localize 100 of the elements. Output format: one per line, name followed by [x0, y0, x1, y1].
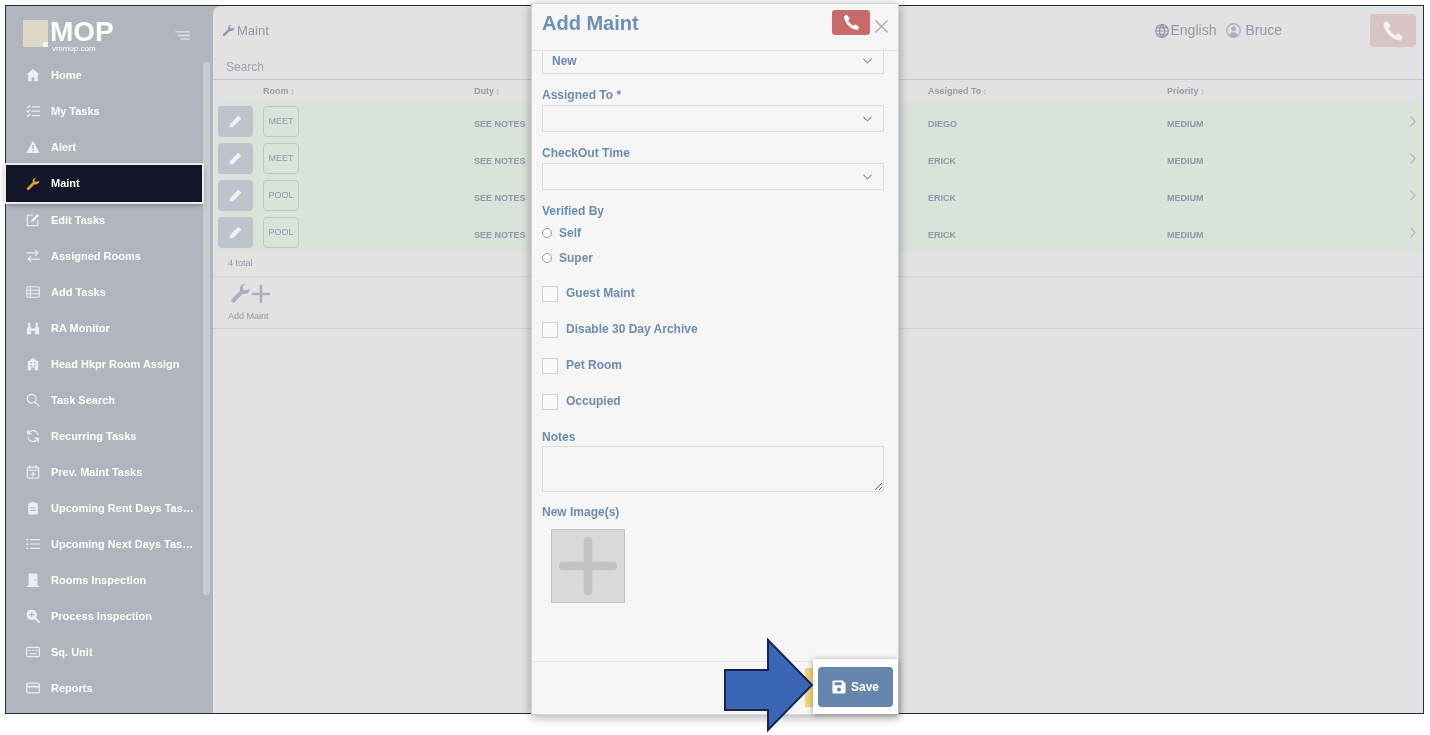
sidebar-item[interactable]: My Tasks: [6, 93, 202, 129]
sidebar-item[interactable]: Home: [6, 57, 202, 93]
table-icon: [26, 285, 40, 299]
edit-icon: [26, 213, 40, 227]
field-label: Verified By: [542, 203, 606, 219]
column-header[interactable]: Duty: [474, 84, 494, 99]
zoom-in-icon: [26, 609, 40, 623]
list-icon: [26, 537, 40, 551]
checkbox[interactable]: [542, 394, 558, 410]
select-field[interactable]: [542, 105, 884, 132]
logo-icon: [23, 20, 48, 47]
table-cell: SEE NOTES: [474, 155, 526, 166]
table-cell: MEDIUM: [1167, 118, 1204, 129]
sidebar-item[interactable]: Process Inspection: [6, 598, 202, 634]
save-button[interactable]: Save: [818, 667, 893, 707]
sidebar-item[interactable]: Upcoming Next Days Tas…: [6, 526, 202, 562]
sidebar-item[interactable]: Sq. Unit: [6, 634, 202, 670]
sidebar-item[interactable]: Upcoming Rent Days Tas…: [6, 490, 202, 526]
field-label: Notes: [542, 429, 577, 445]
column-header[interactable]: Assigned To: [928, 84, 982, 99]
field-label: New Image(s): [542, 504, 620, 520]
calendar-icon: [26, 465, 40, 479]
logo-subtitle: vmmop.com: [52, 44, 97, 53]
radio-button[interactable]: [542, 252, 552, 263]
checkbox[interactable]: [542, 322, 558, 338]
checkbox[interactable]: [542, 358, 558, 374]
select-field[interactable]: New: [542, 51, 884, 74]
edit-button[interactable]: [218, 143, 253, 174]
binoculars-icon: [26, 321, 40, 335]
phone-button[interactable]: [832, 10, 870, 35]
sidebar-item[interactable]: Reports: [6, 670, 202, 706]
checkbox-label: Pet Room: [566, 356, 622, 373]
table-cell: MEDIUM: [1167, 192, 1204, 203]
radio-label: Self: [559, 224, 581, 241]
pencil-icon: [229, 226, 242, 239]
sidebar-item[interactable]: Alert: [6, 129, 202, 165]
language-selector[interactable]: English: [1170, 20, 1217, 41]
sidebar-item[interactable]: Assigned Rooms: [6, 238, 202, 274]
checkbox-label: Occupied: [566, 392, 621, 409]
dialog-title: Add Maint: [542, 11, 639, 35]
edit-button[interactable]: [218, 180, 253, 211]
card-icon: [26, 681, 40, 695]
notes-field[interactable]: [542, 446, 884, 492]
clipboard-icon: [26, 501, 40, 515]
chevron-right-icon[interactable]: [1410, 116, 1416, 127]
scrollbar-thumb[interactable]: [203, 62, 210, 595]
table-cell: MEDIUM: [1167, 229, 1204, 240]
close-button[interactable]: [875, 20, 888, 33]
table-cell: ERICK: [928, 155, 956, 166]
table-cell: SEE NOTES: [474, 118, 526, 129]
user-name[interactable]: Bruce: [1245, 20, 1282, 41]
room-tag[interactable]: POOL: [263, 217, 299, 248]
room-tag[interactable]: MEET: [263, 143, 299, 174]
wrench-icon: [222, 24, 235, 37]
field-label: Assigned To *: [542, 87, 623, 103]
sidebar-item[interactable]: Recurring Tasks: [6, 418, 202, 454]
chevron-down-icon: [863, 115, 872, 122]
total-count: 4 total: [228, 256, 253, 270]
table-cell: MEDIUM: [1167, 155, 1204, 166]
table-cell: SEE NOTES: [474, 192, 526, 203]
logo-text: MOP: [50, 20, 114, 44]
user-icon: [1226, 23, 1242, 38]
menu-icon[interactable]: [175, 31, 190, 40]
checkbox[interactable]: [542, 286, 558, 302]
wrench-icon: [26, 176, 40, 191]
chevron-right-icon[interactable]: [1410, 153, 1416, 164]
search-icon: [26, 393, 40, 407]
chevron-right-icon[interactable]: [1410, 190, 1416, 201]
pencil-icon: [229, 115, 242, 128]
table-cell: DIEGO: [928, 118, 957, 129]
table-cell: ERICK: [928, 229, 956, 240]
room-tag[interactable]: MEET: [263, 106, 299, 137]
door-icon: [26, 573, 40, 587]
checkbox-label: Guest Maint: [566, 284, 635, 301]
checklist-icon: [26, 104, 40, 118]
radio-button[interactable]: [542, 227, 552, 238]
sidebar-item[interactable]: Task Search: [6, 382, 202, 418]
phone-icon: [1382, 19, 1404, 42]
sidebar-item[interactable]: Prev. Maint Tasks: [6, 454, 202, 490]
phone-button[interactable]: [1370, 14, 1416, 47]
checkbox-label: Disable 30 Day Archive: [566, 320, 698, 337]
sidebar-item[interactable]: Edit Tasks: [6, 202, 202, 238]
page-title: Maint: [237, 21, 269, 40]
sidebar-item[interactable]: Rooms Inspection: [6, 562, 202, 598]
sidebar-item[interactable]: Maint: [6, 165, 202, 202]
edit-button[interactable]: [218, 217, 253, 248]
column-header[interactable]: Priority: [1167, 84, 1199, 99]
add-maint-button[interactable]: Add Maint: [228, 283, 270, 322]
sidebar-item[interactable]: Head Hkpr Room Assign: [6, 346, 202, 382]
radio-label: Super: [559, 249, 593, 266]
wrench-plus-icon: [230, 283, 270, 305]
chevron-right-icon[interactable]: [1410, 227, 1416, 238]
keyboard-icon: [26, 645, 40, 659]
add-image-button[interactable]: [551, 529, 625, 603]
edit-button[interactable]: [218, 106, 253, 137]
sidebar-item[interactable]: RA Monitor: [6, 310, 202, 346]
select-field[interactable]: [542, 163, 884, 190]
column-header[interactable]: Room: [263, 84, 289, 99]
sidebar-item[interactable]: Add Tasks: [6, 274, 202, 310]
room-tag[interactable]: POOL: [263, 180, 299, 211]
